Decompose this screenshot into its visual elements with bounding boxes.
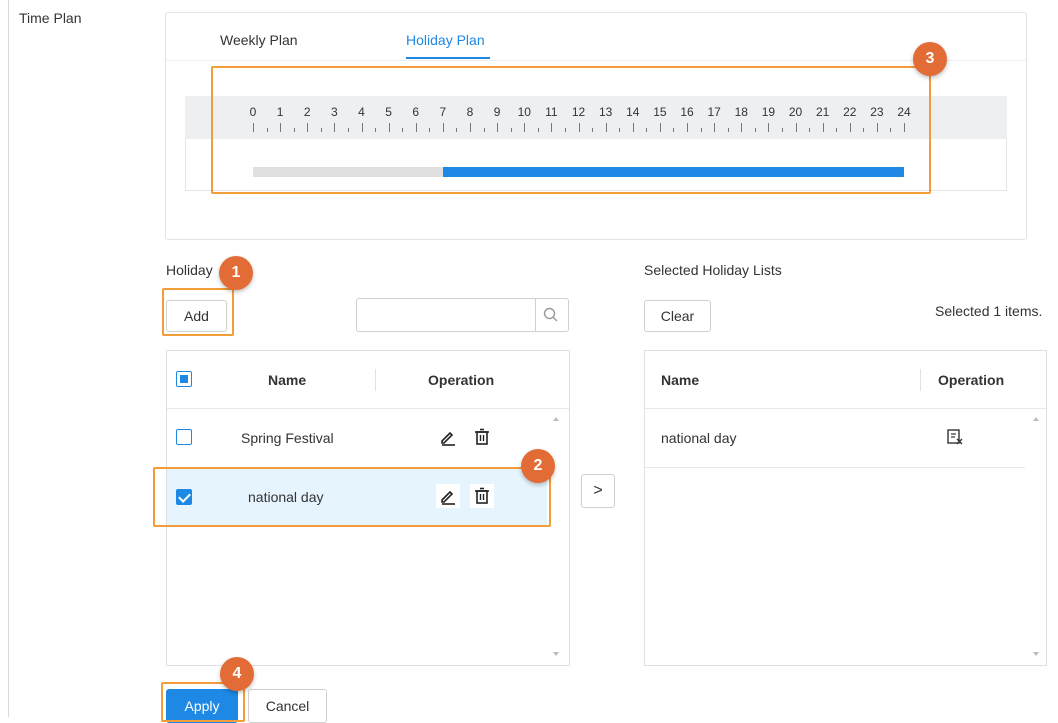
left-border [8, 0, 9, 717]
chevron-right-icon: > [593, 482, 603, 499]
delete-icon[interactable] [473, 428, 491, 446]
edit-icon[interactable] [439, 428, 457, 446]
active-tab-underline [406, 57, 490, 59]
column-separator [375, 369, 376, 391]
selected-scrollbar[interactable] [1032, 412, 1040, 662]
holiday-scrollbar[interactable] [552, 412, 560, 662]
cancel-button[interactable]: Cancel [248, 689, 327, 723]
selected-title: Selected Holiday Lists [644, 262, 782, 278]
timeline-highlight [211, 66, 931, 194]
holiday-name-header: Name [268, 372, 307, 388]
row-separator [645, 467, 1025, 468]
callout-badge-4: 4 [220, 657, 254, 691]
tab-weekly-plan[interactable]: Weekly Plan [220, 32, 298, 48]
search-icon[interactable] [541, 305, 561, 325]
remove-icon[interactable] [946, 428, 964, 446]
search-input[interactable] [356, 298, 569, 332]
holiday-title: Holiday [166, 262, 213, 278]
callout-badge-3: 3 [913, 42, 947, 76]
selected-count: Selected 1 items. [935, 303, 1043, 319]
selected-name-header: Name [661, 372, 700, 388]
callout-badge-2: 2 [521, 449, 555, 483]
tabs-divider [166, 60, 1026, 61]
holiday-operation-header: Operation [428, 372, 495, 388]
row-highlight [153, 467, 551, 527]
clear-button[interactable]: Clear [644, 300, 711, 332]
selected-operation-header: Operation [938, 372, 1005, 388]
column-separator [920, 369, 921, 391]
row-checkbox-spring-festival[interactable] [176, 429, 192, 445]
selected-table [644, 350, 1047, 666]
select-all-checkbox[interactable] [176, 371, 192, 387]
move-to-selected-button[interactable]: > [581, 474, 615, 508]
selected-name-cell: national day [661, 430, 737, 446]
holiday-name-cell: Spring Festival [241, 430, 334, 446]
search-separator [535, 298, 536, 332]
callout-badge-1: 1 [219, 256, 253, 290]
tab-holiday-plan[interactable]: Holiday Plan [406, 32, 485, 48]
add-highlight [162, 288, 234, 336]
time-plan-label: Time Plan [19, 10, 82, 26]
